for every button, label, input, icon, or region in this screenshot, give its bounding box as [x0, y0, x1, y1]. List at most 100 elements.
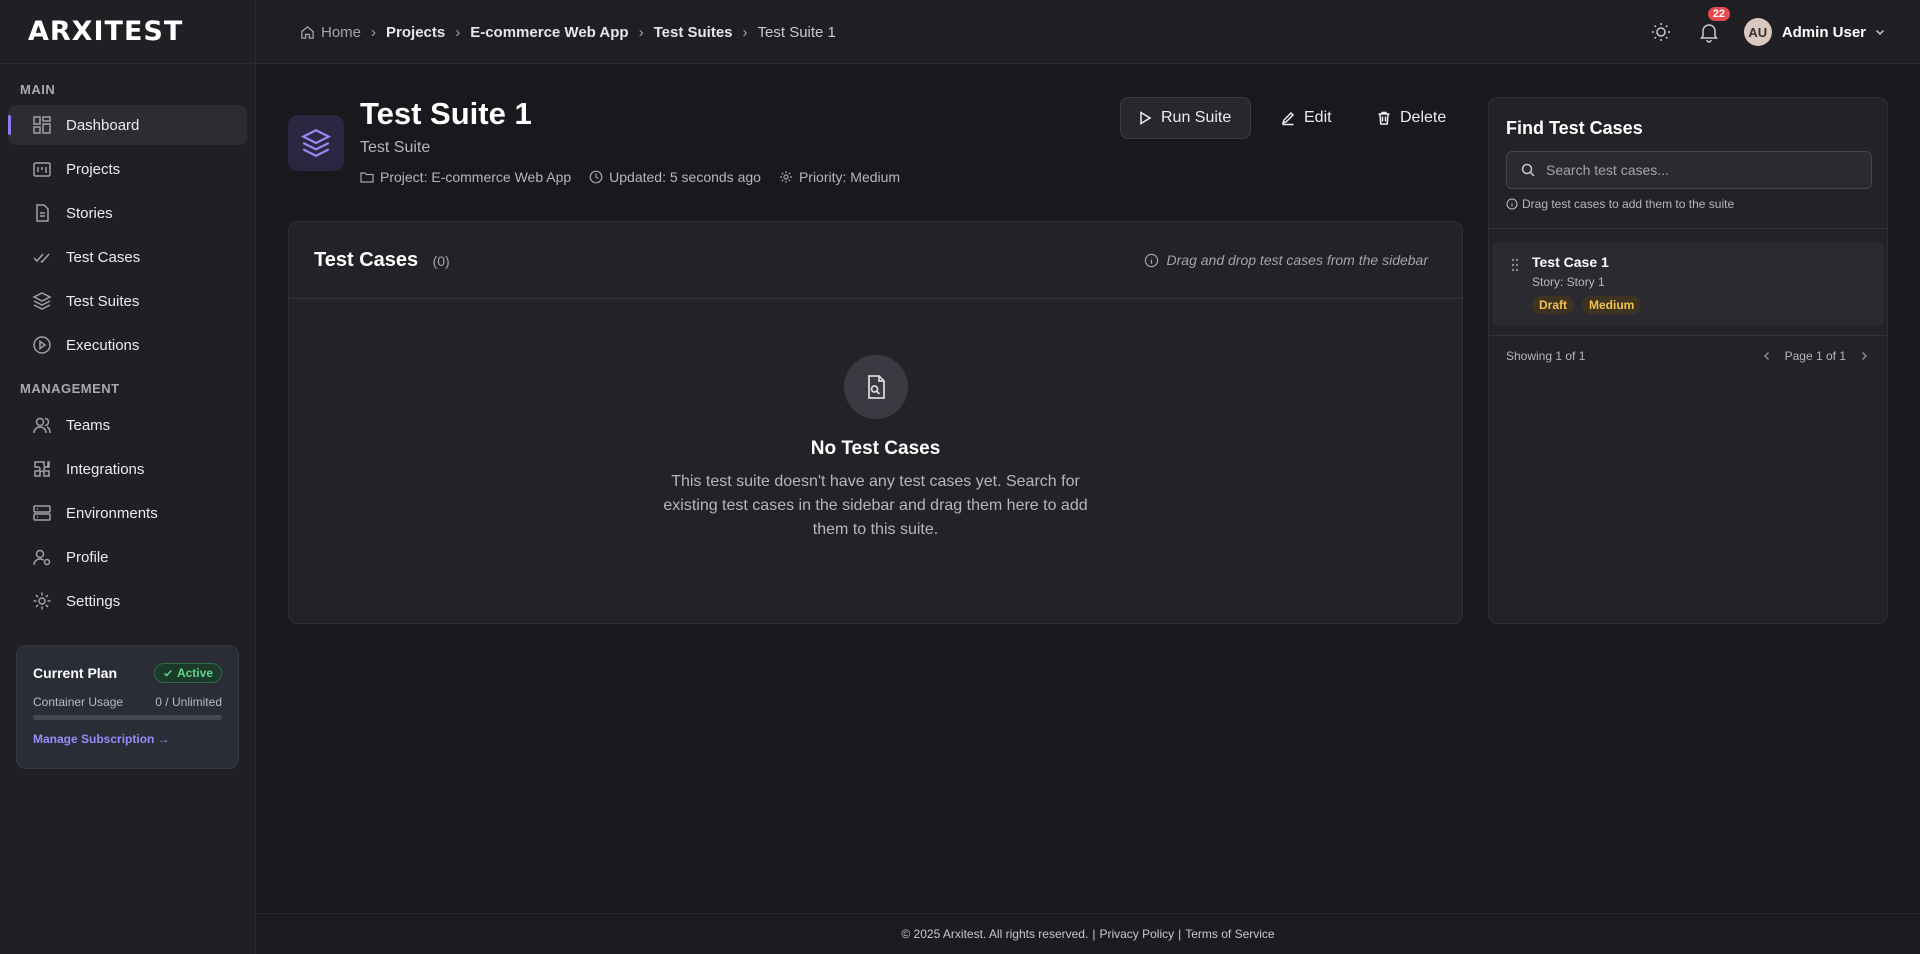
sidebar-item-label: Executions: [66, 336, 140, 354]
chevron-right-icon: ›: [455, 23, 461, 41]
terms-of-service-link[interactable]: Terms of Service: [1185, 927, 1274, 941]
header-actions: 22 AU Admin User: [1650, 0, 1886, 64]
plan-title: Current Plan: [33, 665, 118, 681]
plan-badge-label: Active: [176, 666, 213, 680]
environments-icon: [32, 503, 52, 523]
sidebar-item-teams[interactable]: Teams: [8, 405, 247, 445]
suite-meta: Project: E-commerce Web App Updated: 5 s…: [360, 169, 900, 185]
usage-progress-bar: [33, 715, 222, 720]
breadcrumb: Home › Projects › E-commerce Web App › T…: [300, 0, 836, 64]
info-icon: [1506, 198, 1518, 210]
dashboard-icon: [32, 115, 52, 135]
breadcrumb-label: Home: [321, 23, 362, 41]
meta-updated: Updated: 5 seconds ago: [589, 169, 761, 185]
status-badge: Draft: [1532, 296, 1575, 314]
theme-toggle-sun-icon[interactable]: [1650, 21, 1672, 43]
find-test-cases-panel: Find Test Cases Drag test cases to add t…: [1488, 97, 1888, 624]
page-subtitle: Test Suite: [360, 139, 431, 156]
manage-subscription-link[interactable]: Manage Subscription →: [33, 732, 222, 746]
sidebar-item-environments[interactable]: Environments: [8, 493, 247, 533]
sidebar: ARXITEST MAIN Dashboard Projects Stories…: [0, 0, 256, 954]
sidebar-item-label: Stories: [66, 204, 113, 222]
chevron-right-icon[interactable]: [1858, 350, 1870, 362]
sidebar-item-label: Projects: [66, 160, 121, 178]
sidebar-item-executions[interactable]: Executions: [8, 325, 247, 365]
showing-count: Showing 1 of 1: [1506, 349, 1586, 363]
avatar[interactable]: AU: [1743, 18, 1772, 46]
sidebar-item-label: Test Cases: [66, 248, 141, 266]
sidebar-item-label: Environments: [66, 504, 158, 522]
divider: [1489, 335, 1887, 336]
plan-card: Current Plan Active Container Usage 0 / …: [16, 645, 239, 769]
breadcrumb-current: Test Suite 1: [757, 23, 836, 41]
edit-button[interactable]: Edit: [1264, 97, 1348, 139]
sidebar-item-integrations[interactable]: Integrations: [8, 449, 247, 489]
teams-icon: [32, 415, 52, 435]
empty-state-text: This test suite doesn't have any test ca…: [663, 473, 1088, 538]
pagination: Showing 1 of 1 Page 1 of 1: [1506, 349, 1870, 363]
settings-icon: [32, 591, 52, 611]
sidebar-item-label: Settings: [66, 592, 121, 610]
section-label-management: MANAGEMENT: [20, 381, 120, 396]
drag-handle-icon[interactable]: [1510, 258, 1520, 272]
logo-text: ARXITEST: [28, 16, 184, 47]
sidebar-item-test-cases[interactable]: Test Cases: [8, 237, 247, 277]
chevron-left-icon[interactable]: [1761, 350, 1773, 362]
sidebar-item-test-suites[interactable]: Test Suites: [8, 281, 247, 321]
test-cases-card[interactable]: Test Cases (0) Drag and drop test cases …: [288, 221, 1463, 624]
chevron-right-icon: ›: [371, 23, 377, 41]
search-input[interactable]: [1546, 162, 1866, 178]
delete-label: Delete: [1400, 109, 1447, 126]
breadcrumb-project[interactable]: E-commerce Web App: [470, 24, 628, 41]
finder-hint-text: Drag test cases to add them to the suite: [1522, 197, 1735, 211]
test-case-title: Test Case 1: [1532, 254, 1609, 270]
search-icon: [1520, 162, 1536, 178]
empty-state-title: No Test Cases: [810, 438, 941, 459]
pencil-icon: [1280, 110, 1296, 126]
breadcrumb-home[interactable]: Home: [300, 24, 361, 41]
edit-label: Edit: [1304, 109, 1332, 126]
logo[interactable]: ARXITEST: [0, 0, 255, 64]
integrations-icon: [32, 459, 52, 479]
projects-icon: [32, 159, 52, 179]
usage-value: 0 / Unlimited: [155, 695, 222, 709]
delete-button[interactable]: Delete: [1360, 97, 1462, 139]
user-name[interactable]: Admin User: [1782, 24, 1866, 41]
breadcrumb-projects[interactable]: Projects: [386, 24, 445, 41]
notifications-bell-icon[interactable]: 22: [1698, 7, 1731, 43]
sidebar-item-settings[interactable]: Settings: [8, 581, 247, 621]
chevron-right-icon: ›: [742, 23, 748, 41]
chevron-down-icon[interactable]: [1874, 26, 1886, 38]
clock-icon: [589, 170, 603, 184]
footer-separator: |: [1092, 927, 1096, 941]
meta-project: Project: E-commerce Web App: [360, 169, 571, 185]
test-suites-icon: [32, 291, 52, 311]
sidebar-item-projects[interactable]: Projects: [8, 149, 247, 189]
divider: [1489, 228, 1887, 229]
footer-separator: |: [1178, 927, 1182, 941]
privacy-policy-link[interactable]: Privacy Policy: [1099, 927, 1174, 941]
test-cases-count: (0): [432, 252, 450, 269]
test-case-story: Story: Story 1: [1532, 275, 1605, 289]
sidebar-item-profile[interactable]: Profile: [8, 537, 247, 577]
sidebar-item-label: Teams: [66, 416, 111, 434]
breadcrumb-test-suites[interactable]: Test Suites: [654, 24, 733, 41]
info-icon: [1144, 253, 1158, 267]
usage-label: Container Usage: [33, 695, 124, 709]
finder-hint: Drag test cases to add them to the suite: [1506, 197, 1734, 211]
drag-drop-hint-text: Drag and drop test cases from the sideba…: [1166, 252, 1428, 268]
sidebar-item-label: Dashboard: [66, 116, 140, 134]
test-case-tags: Draft Medium: [1532, 296, 1884, 314]
profile-icon: [32, 547, 52, 567]
test-cases-icon: [32, 247, 52, 267]
chevron-right-icon: ›: [638, 23, 644, 41]
run-suite-button[interactable]: Run Suite: [1120, 97, 1251, 139]
meta-project-label: Project: E-commerce Web App: [380, 169, 572, 185]
sidebar-item-stories[interactable]: Stories: [8, 193, 247, 233]
search-field[interactable]: [1506, 151, 1872, 189]
section-label-main: MAIN: [20, 82, 56, 97]
meta-priority-label: Priority: Medium: [798, 169, 901, 185]
list-item[interactable]: Test Case 1 Story: Story 1 Draft Medium: [1493, 242, 1884, 326]
home-icon: [301, 25, 314, 39]
sidebar-item-dashboard[interactable]: Dashboard: [8, 105, 247, 145]
